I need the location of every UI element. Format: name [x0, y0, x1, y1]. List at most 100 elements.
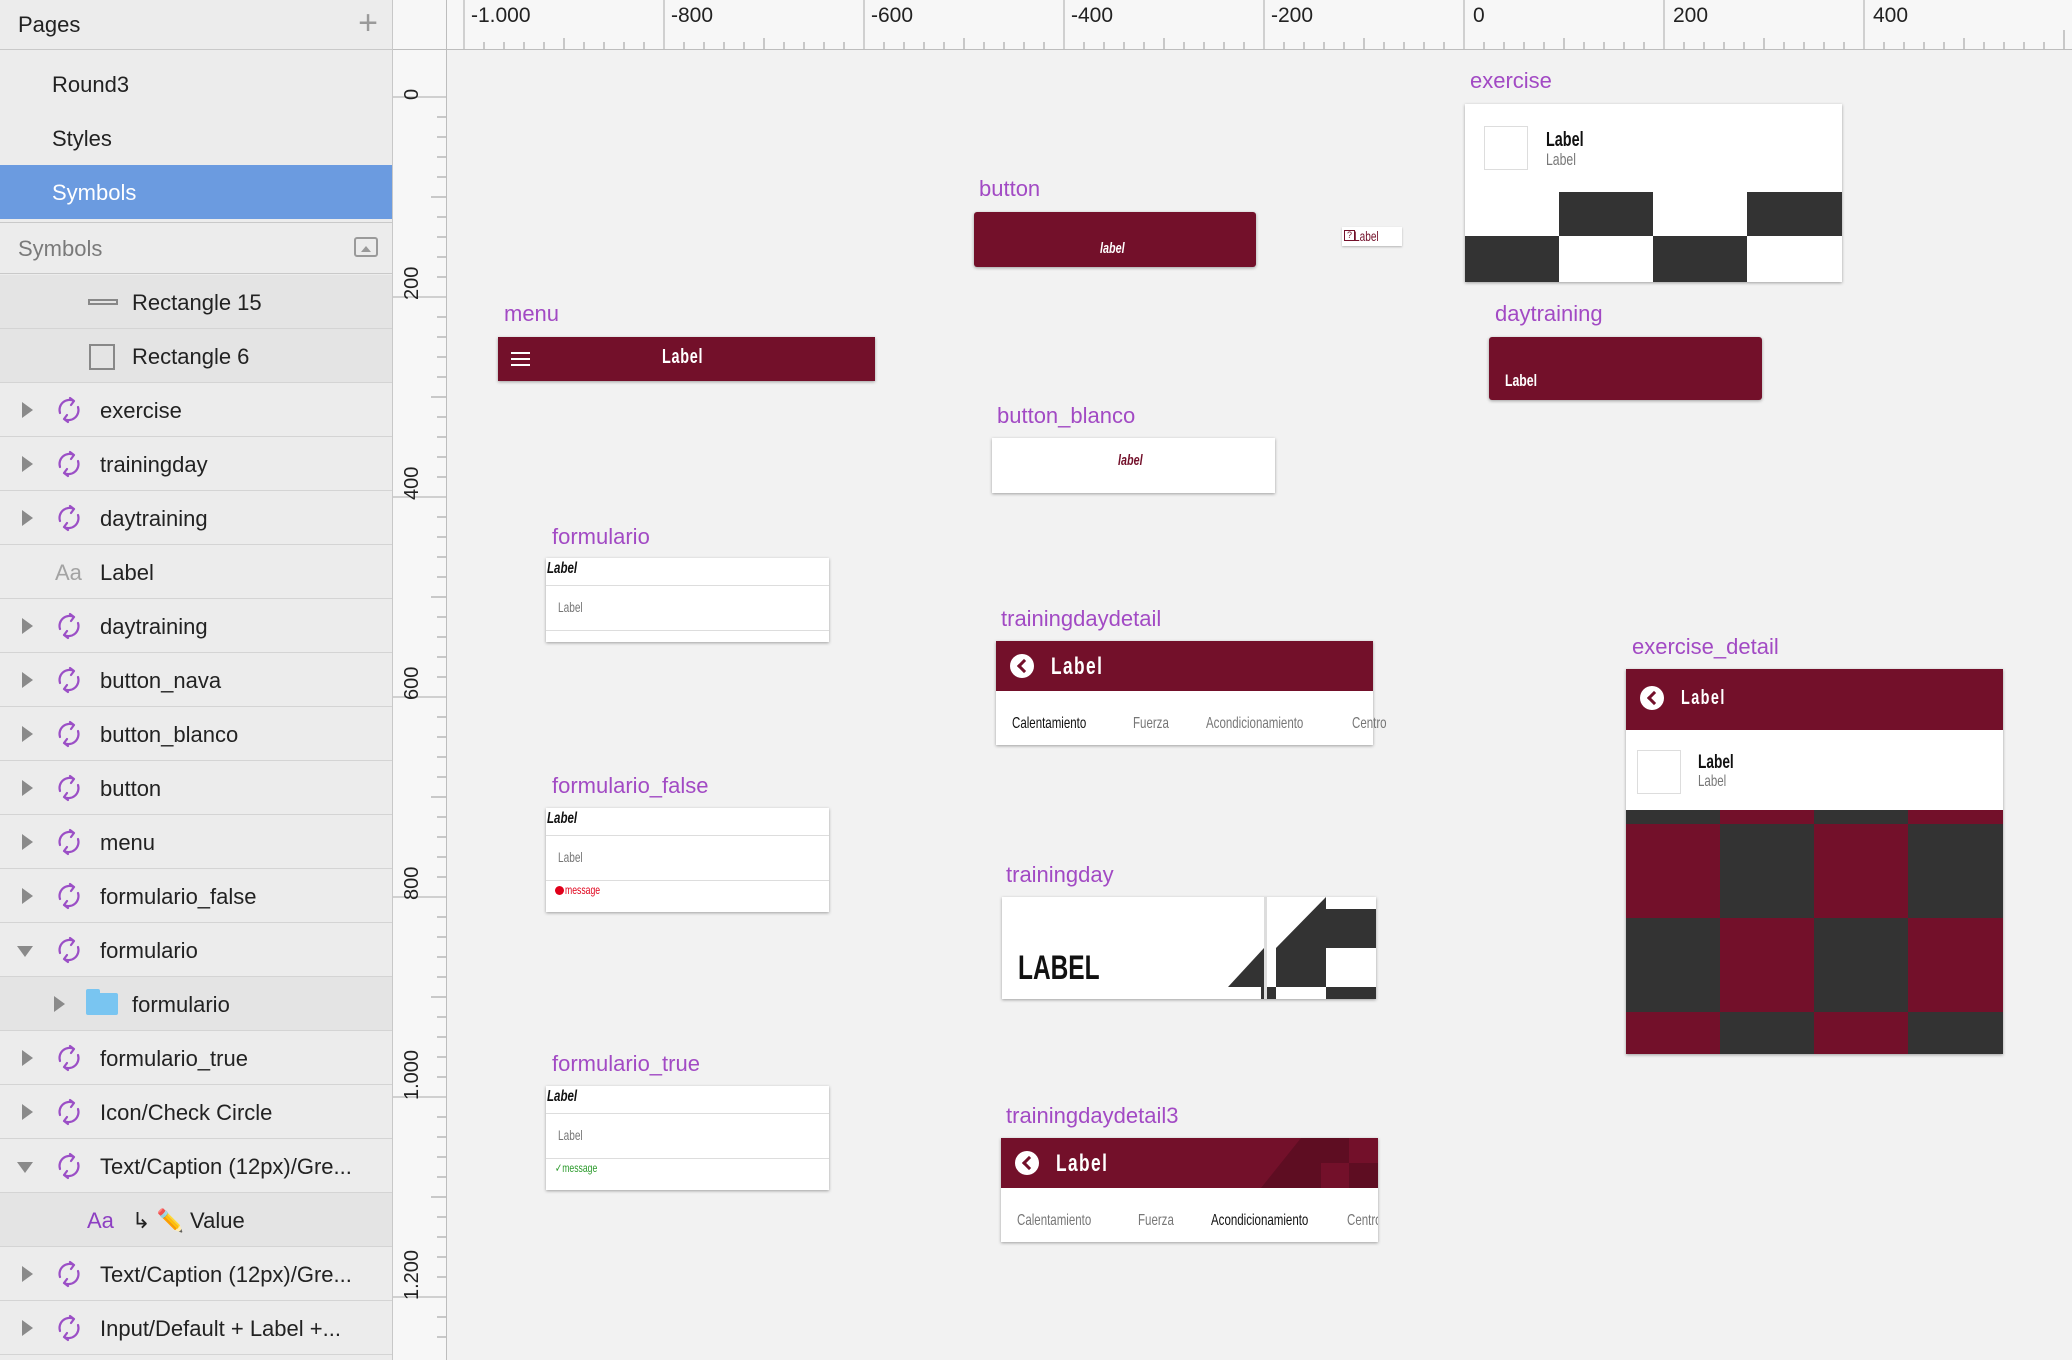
layer-item-formulario-false[interactable]: formulario_false	[0, 869, 392, 923]
artboard-label-exercise[interactable]: exercise	[1470, 68, 1552, 94]
back-icon[interactable]	[1015, 1151, 1039, 1175]
disclosure-triangle-icon[interactable]	[54, 996, 65, 1012]
tab-calentamiento[interactable]: Calentamiento	[1017, 1212, 1091, 1230]
tab-centro[interactable]: Centro	[1352, 715, 1387, 733]
layer-item-formulario[interactable]: formulario	[0, 923, 392, 977]
layer-item-button[interactable]: button	[0, 761, 392, 815]
disclosure-triangle-icon[interactable]	[22, 780, 33, 796]
page-item-symbols[interactable]: Symbols	[0, 165, 392, 219]
text-icon: Aa	[55, 560, 82, 585]
back-icon[interactable]	[1640, 686, 1664, 710]
disclosure-triangle-icon[interactable]	[22, 510, 33, 526]
tab-acondicionamiento[interactable]: Acondicionamiento	[1211, 1212, 1308, 1230]
layer-item-text-caption-2[interactable]: Text/Caption (12px)/Gre...	[0, 1247, 392, 1301]
tab-acondicionamiento[interactable]: Acondicionamiento	[1206, 715, 1303, 733]
layer-item-label-text[interactable]: Aa Label	[0, 545, 392, 599]
add-page-icon[interactable]: +	[358, 6, 378, 40]
tab-fuerza[interactable]: Fuerza	[1138, 1212, 1174, 1230]
tab-centro[interactable]: Centro	[1347, 1212, 1378, 1230]
input-field[interactable]: Label	[546, 835, 829, 881]
canvas[interactable]: exercise Label Label button label ? Labe…	[448, 51, 2072, 1360]
disclosure-triangle-icon[interactable]	[22, 1266, 33, 1282]
layer-item-rectangle-6[interactable]: Rectangle 6	[0, 329, 392, 383]
artboard-label-formulario[interactable]: formulario	[552, 524, 650, 550]
artboard-label-trainingday[interactable]: trainingday	[1006, 862, 1114, 888]
symbol-trainingday[interactable]: LABEL	[1002, 897, 1376, 999]
disclosure-triangle-icon[interactable]	[22, 1104, 33, 1120]
symbol-small-label[interactable]: ? Label	[1342, 227, 1402, 246]
artboard-label-formulario-false[interactable]: formulario_false	[552, 773, 709, 799]
symbol-icon	[58, 1314, 80, 1342]
horizontal-ruler[interactable]: -1.000 -800 -600 -400 -200 0 200 400	[393, 0, 2072, 50]
thumbnail-placeholder	[1637, 750, 1681, 794]
disclosure-triangle-icon[interactable]	[22, 1050, 33, 1066]
error-message: message	[565, 883, 601, 897]
layer-item-icon-check-circle[interactable]: Icon/Check Circle	[0, 1085, 392, 1139]
layer-item-text-caption[interactable]: Text/Caption (12px)/Gre...	[0, 1139, 392, 1193]
ruler-label: -600	[871, 4, 914, 27]
ruler-label: -800	[671, 4, 714, 27]
artboard-label-daytraining[interactable]: daytraining	[1495, 301, 1603, 327]
layer-item-button-nava[interactable]: button_nava	[0, 653, 392, 707]
back-icon[interactable]	[1010, 654, 1034, 678]
tab-fuerza[interactable]: Fuerza	[1133, 715, 1169, 733]
ruler-label: 200	[1673, 4, 1709, 27]
menu-title: Label	[662, 346, 704, 368]
tab-calentamiento[interactable]: Calentamiento	[1012, 715, 1086, 733]
layer-item-value[interactable]: Aa ↳ ✏️ Value	[0, 1193, 392, 1247]
vertical-ruler[interactable]: 0 200 400 600 800 1.000 1.200	[393, 50, 447, 1360]
layer-item-formulario-folder[interactable]: formulario	[0, 977, 392, 1031]
disclosure-triangle-icon[interactable]	[22, 618, 33, 634]
layer-item-rectangle-15[interactable]: Rectangle 15	[0, 275, 392, 329]
artboard-label-formulario-true[interactable]: formulario_true	[552, 1051, 700, 1077]
artboard-label-button-blanco[interactable]: button_blanco	[997, 403, 1135, 429]
symbol-daytraining[interactable]: Label	[1489, 337, 1762, 400]
layer-item-daytraining-2[interactable]: daytraining	[0, 599, 392, 653]
ruler-label: 400	[1873, 4, 1909, 27]
disclosure-triangle-icon[interactable]	[22, 834, 33, 850]
artboard-label-button[interactable]: button	[979, 176, 1040, 202]
collapse-icon[interactable]	[354, 237, 378, 257]
artboard-label-trainingdaydetail[interactable]: trainingdaydetail	[1001, 606, 1161, 632]
page-item-styles[interactable]: Styles	[0, 111, 392, 165]
layer-item-button-blanco[interactable]: button_blanco	[0, 707, 392, 761]
symbol-exercise-detail[interactable]: Label Label Label	[1626, 669, 2003, 1054]
input-field[interactable]: Label	[546, 585, 829, 631]
layer-item-input-default[interactable]: Input/Default + Label +...	[0, 1301, 392, 1355]
ruler-label: 200	[401, 266, 423, 300]
symbol-formulario-false[interactable]: Label Label message	[546, 808, 829, 912]
ruler-corner	[393, 0, 447, 50]
layer-item-daytraining[interactable]: daytraining	[0, 491, 392, 545]
disclosure-triangle-icon[interactable]	[22, 1320, 33, 1336]
button-label: label	[1100, 240, 1125, 257]
symbol-exercise[interactable]: Label Label	[1465, 104, 1842, 282]
symbol-button[interactable]: label	[974, 212, 1256, 267]
artboard-label-trainingdaydetail3[interactable]: trainingdaydetail3	[1006, 1103, 1178, 1129]
disclosure-triangle-icon[interactable]	[22, 888, 33, 904]
disclosure-triangle-icon[interactable]	[22, 456, 33, 472]
ruler-label: 1.000	[401, 1049, 423, 1100]
artboard-label-menu[interactable]: menu	[504, 301, 559, 327]
layer-item-label: daytraining	[100, 614, 208, 639]
disclosure-triangle-open-icon[interactable]	[17, 946, 33, 957]
input-field[interactable]: Label	[546, 1113, 829, 1159]
disclosure-triangle-open-icon[interactable]	[17, 1162, 33, 1173]
symbol-formulario[interactable]: Label Label	[546, 558, 829, 642]
ruler-label: 600	[401, 666, 423, 700]
layer-item-trainingday[interactable]: trainingday	[0, 437, 392, 491]
symbol-trainingdaydetail3[interactable]: Label Calentamiento Fuerza Acondicionami…	[1001, 1138, 1378, 1242]
disclosure-triangle-icon[interactable]	[22, 672, 33, 688]
layer-item-formulario-true[interactable]: formulario_true	[0, 1031, 392, 1085]
artboard-label-exercise-detail[interactable]: exercise_detail	[1632, 634, 1779, 660]
symbol-formulario-true[interactable]: Label Label ✓message	[546, 1086, 829, 1190]
disclosure-triangle-icon[interactable]	[22, 402, 33, 418]
layer-item-label: button_nava	[100, 668, 222, 693]
layer-item-menu[interactable]: menu	[0, 815, 392, 869]
page-item-round3[interactable]: Round3	[0, 57, 392, 111]
symbol-trainingdaydetail[interactable]: Label Calentamiento Fuerza Acondicionami…	[996, 641, 1387, 745]
hamburger-icon[interactable]	[511, 352, 530, 354]
layer-item-exercise[interactable]: exercise	[0, 383, 392, 437]
disclosure-triangle-icon[interactable]	[22, 726, 33, 742]
symbol-menu[interactable]: Label	[498, 337, 875, 381]
symbol-button-blanco[interactable]: label	[992, 438, 1275, 493]
